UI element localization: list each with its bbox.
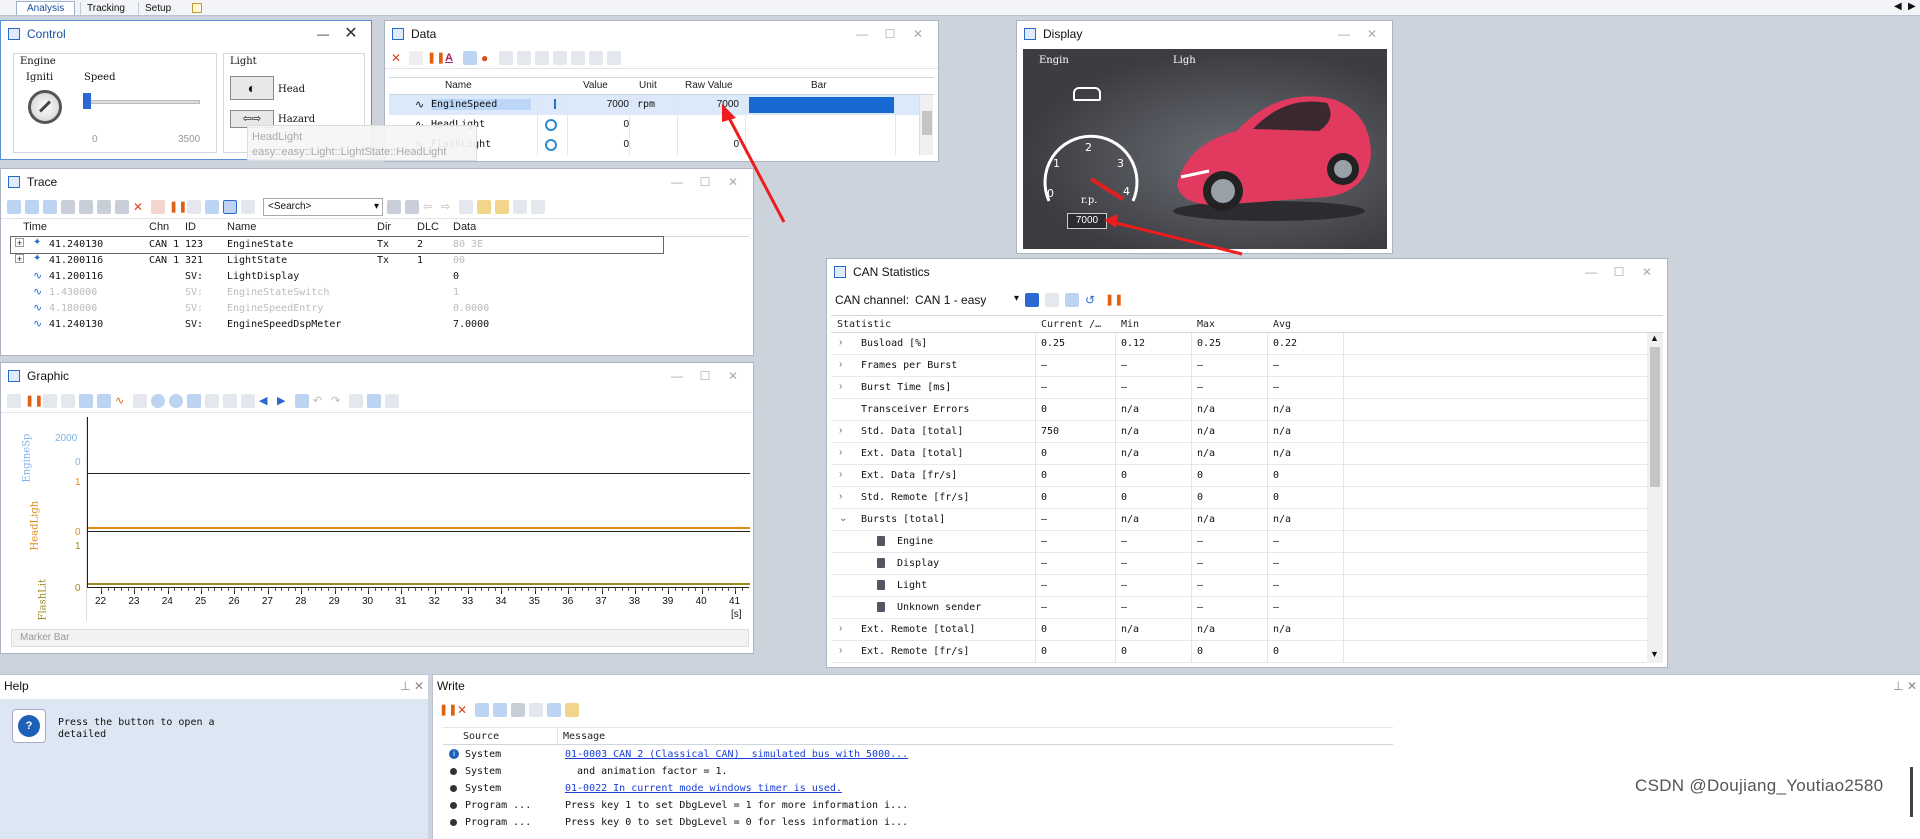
arrow-to-rpm-readout <box>1111 220 1243 256</box>
arrow-to-raw-value <box>725 113 786 223</box>
headlight-tooltip: HeadLight easy::easy::Light::LightState:… <box>247 125 477 161</box>
tooltip-name: HeadLight <box>252 131 303 143</box>
arrowhead <box>1104 214 1118 228</box>
arrowhead <box>722 104 736 122</box>
tooltip-path: easy::easy::Light::LightState::HeadLight <box>252 146 447 158</box>
watermark: CSDN @Doujiang_Youtiao2580 <box>1635 776 1884 795</box>
